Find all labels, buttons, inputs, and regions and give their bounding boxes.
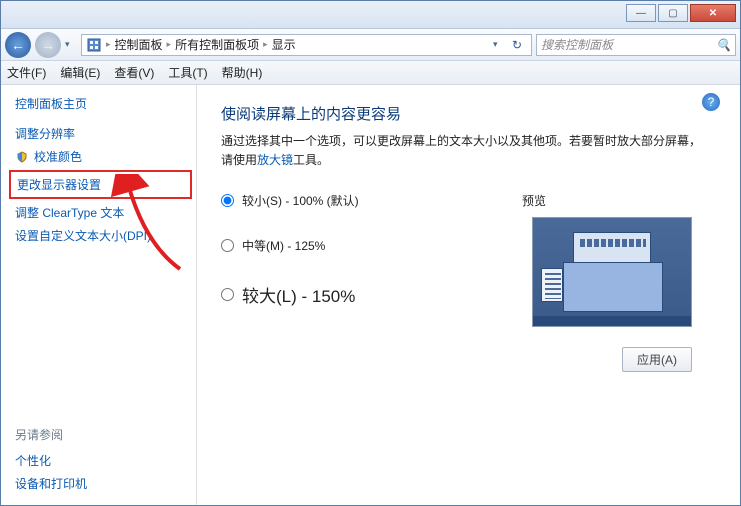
- radio-larger[interactable]: [221, 288, 234, 301]
- option-label: 中等(M) - 125%: [242, 237, 325, 254]
- search-input[interactable]: 搜索控制面板 🔍: [536, 34, 736, 56]
- sidebar-item-label: 设置自定义文本大小(DPI): [15, 227, 151, 244]
- radio-medium[interactable]: [221, 239, 234, 252]
- sidebar-footer-devices[interactable]: 设备和打印机: [15, 472, 186, 495]
- option-smaller[interactable]: 较小(S) - 100% (默认): [221, 192, 498, 209]
- sidebar-item-custom-dpi[interactable]: 设置自定义文本大小(DPI): [15, 224, 186, 247]
- apply-button[interactable]: 应用(A): [622, 347, 692, 372]
- see-also-heading: 另请参阅: [15, 426, 186, 443]
- forward-button[interactable]: →: [35, 32, 61, 58]
- page-description: 通过选择其中一个选项，可以更改屏幕上的文本大小以及其他项。若要暂时放大部分屏幕，…: [221, 132, 712, 170]
- breadcrumb-seg[interactable]: 显示: [272, 36, 296, 53]
- navbar: ← → ▾ ▸ 控制面板 ▸ 所有控制面板项 ▸ 显示 ▾ ↻ 搜索控制面板 🔍: [1, 29, 740, 61]
- sidebar-home-link[interactable]: 控制面板主页: [15, 95, 186, 112]
- sidebar-item-calibrate-color[interactable]: 校准颜色: [15, 145, 186, 168]
- preview-label: 预览: [522, 192, 712, 209]
- sidebar-item-label: 校准颜色: [34, 148, 82, 165]
- menu-file[interactable]: 文件(F): [7, 64, 46, 81]
- option-medium[interactable]: 中等(M) - 125%: [221, 237, 498, 254]
- chevron-right-icon: ▸: [261, 39, 270, 50]
- maximize-button[interactable]: ▢: [658, 4, 688, 22]
- address-dropdown-icon[interactable]: ▾: [493, 39, 505, 50]
- search-placeholder: 搜索控制面板: [541, 36, 613, 53]
- preview-image: [532, 217, 692, 327]
- shield-icon: [15, 150, 29, 164]
- history-chevron-icon[interactable]: ▾: [65, 39, 77, 50]
- main-panel: ? 使阅读屏幕上的内容更容易 通过选择其中一个选项，可以更改屏幕上的文本大小以及…: [197, 85, 740, 505]
- menu-tools[interactable]: 工具(T): [168, 64, 207, 81]
- magnifier-link[interactable]: 放大镜: [257, 153, 293, 167]
- menu-edit[interactable]: 编辑(E): [60, 64, 100, 81]
- address-bar[interactable]: ▸ 控制面板 ▸ 所有控制面板项 ▸ 显示 ▾ ↻: [81, 34, 532, 56]
- button-row: 应用(A): [221, 347, 712, 372]
- sidebar-item-change-display[interactable]: 更改显示器设置: [9, 170, 192, 199]
- sidebar-footer: 另请参阅 个性化 设备和打印机: [15, 406, 186, 495]
- radio-smaller[interactable]: [221, 194, 234, 207]
- content-area: 控制面板主页 调整分辨率 校准颜色 更改显示器设置 调整 ClearType 文…: [1, 85, 740, 505]
- menu-view[interactable]: 查看(V): [114, 64, 154, 81]
- menubar: 文件(F) 编辑(E) 查看(V) 工具(T) 帮助(H): [1, 61, 740, 85]
- option-larger[interactable]: 较大(L) - 150%: [221, 282, 498, 307]
- sidebar-item-resolution[interactable]: 调整分辨率: [15, 122, 186, 145]
- option-label: 较小(S) - 100% (默认): [242, 192, 359, 209]
- page-title: 使阅读屏幕上的内容更容易: [221, 103, 712, 124]
- refresh-icon[interactable]: ↻: [507, 38, 527, 52]
- sidebar-item-cleartype[interactable]: 调整 ClearType 文本: [15, 201, 186, 224]
- scaling-options: 较小(S) - 100% (默认) 中等(M) - 125% 较大(L) - 1…: [221, 192, 712, 335]
- sidebar: 控制面板主页 调整分辨率 校准颜色 更改显示器设置 调整 ClearType 文…: [1, 85, 197, 505]
- sidebar-footer-personalize[interactable]: 个性化: [15, 449, 186, 472]
- search-icon: 🔍: [716, 38, 731, 52]
- help-icon[interactable]: ?: [702, 93, 720, 111]
- menu-help[interactable]: 帮助(H): [222, 64, 263, 81]
- sidebar-item-label: 更改显示器设置: [17, 176, 101, 193]
- control-panel-icon: [86, 37, 102, 53]
- preview-column: 预览: [522, 192, 712, 335]
- window: — ▢ ✕ ← → ▾ ▸ 控制面板 ▸ 所有控制面板项 ▸ 显示 ▾ ↻ 搜索…: [0, 0, 741, 506]
- chevron-right-icon: ▸: [104, 39, 113, 50]
- close-button[interactable]: ✕: [690, 4, 736, 22]
- minimize-button[interactable]: —: [626, 4, 656, 22]
- sidebar-item-label: 调整分辨率: [15, 125, 75, 142]
- back-button[interactable]: ←: [5, 32, 31, 58]
- breadcrumb-seg[interactable]: 控制面板: [115, 36, 163, 53]
- option-label: 较大(L) - 150%: [242, 282, 355, 307]
- titlebar: — ▢ ✕: [1, 1, 740, 29]
- breadcrumb-seg[interactable]: 所有控制面板项: [175, 36, 259, 53]
- desc-text-after: 工具。: [293, 153, 329, 167]
- options-column: 较小(S) - 100% (默认) 中等(M) - 125% 较大(L) - 1…: [221, 192, 498, 335]
- sidebar-item-label: 调整 ClearType 文本: [15, 204, 124, 221]
- chevron-right-icon: ▸: [165, 39, 174, 50]
